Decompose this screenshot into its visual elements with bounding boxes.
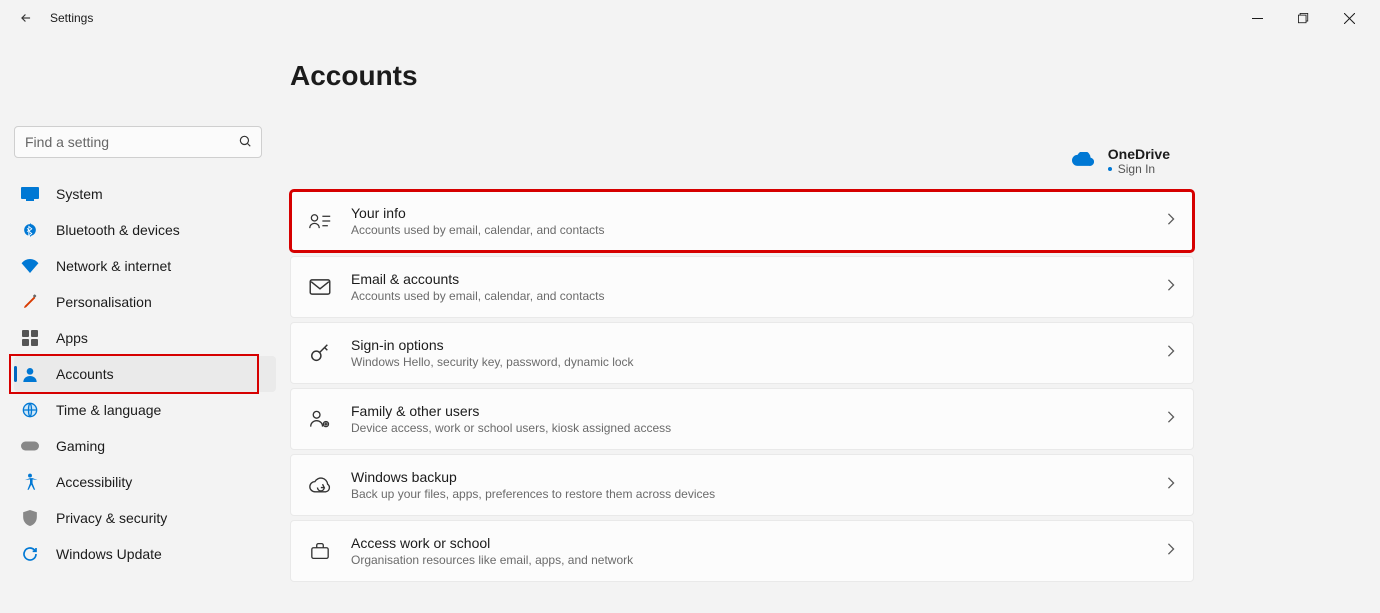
title-bar: Settings xyxy=(0,0,1380,36)
card-sub: Back up your files, apps, preferences to… xyxy=(351,487,1147,501)
globe-icon xyxy=(20,400,40,420)
sidebar-item-personalisation[interactable]: Personalisation xyxy=(14,284,276,320)
person-card-icon xyxy=(309,210,331,232)
chevron-right-icon xyxy=(1167,278,1175,296)
sidebar-item-label: System xyxy=(56,186,103,202)
card-title: Family & other users xyxy=(351,403,1147,419)
sidebar-item-privacy[interactable]: Privacy & security xyxy=(14,500,276,536)
chevron-right-icon xyxy=(1167,212,1175,230)
sidebar-item-label: Privacy & security xyxy=(56,510,167,526)
onedrive-title: OneDrive xyxy=(1108,146,1170,162)
backup-icon xyxy=(309,474,331,496)
card-your-info[interactable]: Your info Accounts used by email, calend… xyxy=(290,190,1194,252)
sidebar-item-label: Gaming xyxy=(56,438,105,454)
card-signin-options[interactable]: Sign-in options Windows Hello, security … xyxy=(290,322,1194,384)
search-input[interactable] xyxy=(14,126,262,158)
card-sub: Device access, work or school users, kio… xyxy=(351,421,1147,435)
brush-icon xyxy=(20,292,40,312)
card-email-accounts[interactable]: Email & accounts Accounts used by email,… xyxy=(290,256,1194,318)
page-title: Accounts xyxy=(290,60,1194,92)
sidebar-item-label: Bluetooth & devices xyxy=(56,222,180,238)
card-sub: Windows Hello, security key, password, d… xyxy=(351,355,1147,369)
maximize-button[interactable] xyxy=(1280,2,1326,34)
sidebar-item-label: Personalisation xyxy=(56,294,152,310)
chevron-right-icon xyxy=(1167,542,1175,560)
minimize-button[interactable] xyxy=(1234,2,1280,34)
apps-icon xyxy=(20,328,40,348)
sidebar-item-label: Accounts xyxy=(56,366,114,382)
card-sub: Accounts used by email, calendar, and co… xyxy=(351,223,1147,237)
mail-icon xyxy=(309,276,331,298)
update-icon xyxy=(20,544,40,564)
sidebar-item-time[interactable]: Time & language xyxy=(14,392,276,428)
sidebar-item-label: Time & language xyxy=(56,402,161,418)
card-title: Your info xyxy=(351,205,1147,221)
sidebar-item-system[interactable]: System xyxy=(14,176,276,212)
sidebar-item-accessibility[interactable]: Accessibility xyxy=(14,464,276,500)
window-controls xyxy=(1234,2,1372,34)
card-title: Email & accounts xyxy=(351,271,1147,287)
person-icon xyxy=(20,364,40,384)
system-icon xyxy=(20,184,40,204)
card-windows-backup[interactable]: Windows backup Back up your files, apps,… xyxy=(290,454,1194,516)
sidebar-item-label: Accessibility xyxy=(56,474,132,490)
back-button[interactable] xyxy=(18,10,34,26)
wifi-icon xyxy=(20,256,40,276)
app-title: Settings xyxy=(50,11,93,25)
key-icon xyxy=(309,342,331,364)
sidebar-item-apps[interactable]: Apps xyxy=(14,320,276,356)
close-button[interactable] xyxy=(1326,2,1372,34)
onedrive-tile[interactable]: OneDrive Sign In xyxy=(1072,146,1170,176)
status-dot-icon xyxy=(1108,167,1112,171)
sidebar-item-bluetooth[interactable]: Bluetooth & devices xyxy=(14,212,276,248)
sidebar: System Bluetooth & devices Network & int… xyxy=(0,36,290,613)
accessibility-icon xyxy=(20,472,40,492)
sidebar-item-label: Network & internet xyxy=(56,258,171,274)
card-work-school[interactable]: Access work or school Organisation resou… xyxy=(290,520,1194,582)
card-family-users[interactable]: Family & other users Device access, work… xyxy=(290,388,1194,450)
shield-icon xyxy=(20,508,40,528)
cards-list: Your info Accounts used by email, calend… xyxy=(290,190,1194,582)
family-icon xyxy=(309,408,331,430)
main: Accounts OneDrive Sign In Your info Acco… xyxy=(290,36,1380,613)
chevron-right-icon xyxy=(1167,476,1175,494)
card-sub: Accounts used by email, calendar, and co… xyxy=(351,289,1147,303)
card-sub: Organisation resources like email, apps,… xyxy=(351,553,1147,567)
sidebar-item-update[interactable]: Windows Update xyxy=(14,536,276,572)
card-title: Windows backup xyxy=(351,469,1147,485)
chevron-right-icon xyxy=(1167,344,1175,362)
nav: System Bluetooth & devices Network & int… xyxy=(14,176,276,572)
chevron-right-icon xyxy=(1167,410,1175,428)
sidebar-item-network[interactable]: Network & internet xyxy=(14,248,276,284)
card-title: Access work or school xyxy=(351,535,1147,551)
search-wrap xyxy=(14,126,262,158)
briefcase-icon xyxy=(309,540,331,562)
card-title: Sign-in options xyxy=(351,337,1147,353)
sidebar-item-gaming[interactable]: Gaming xyxy=(14,428,276,464)
sidebar-item-label: Apps xyxy=(56,330,88,346)
cloud-icon xyxy=(1072,150,1094,171)
gamepad-icon xyxy=(20,436,40,456)
sidebar-item-label: Windows Update xyxy=(56,546,162,562)
search-icon xyxy=(238,134,252,153)
bluetooth-icon xyxy=(20,220,40,240)
sidebar-item-accounts[interactable]: Accounts xyxy=(14,356,276,392)
onedrive-sub: Sign In xyxy=(1108,162,1170,176)
